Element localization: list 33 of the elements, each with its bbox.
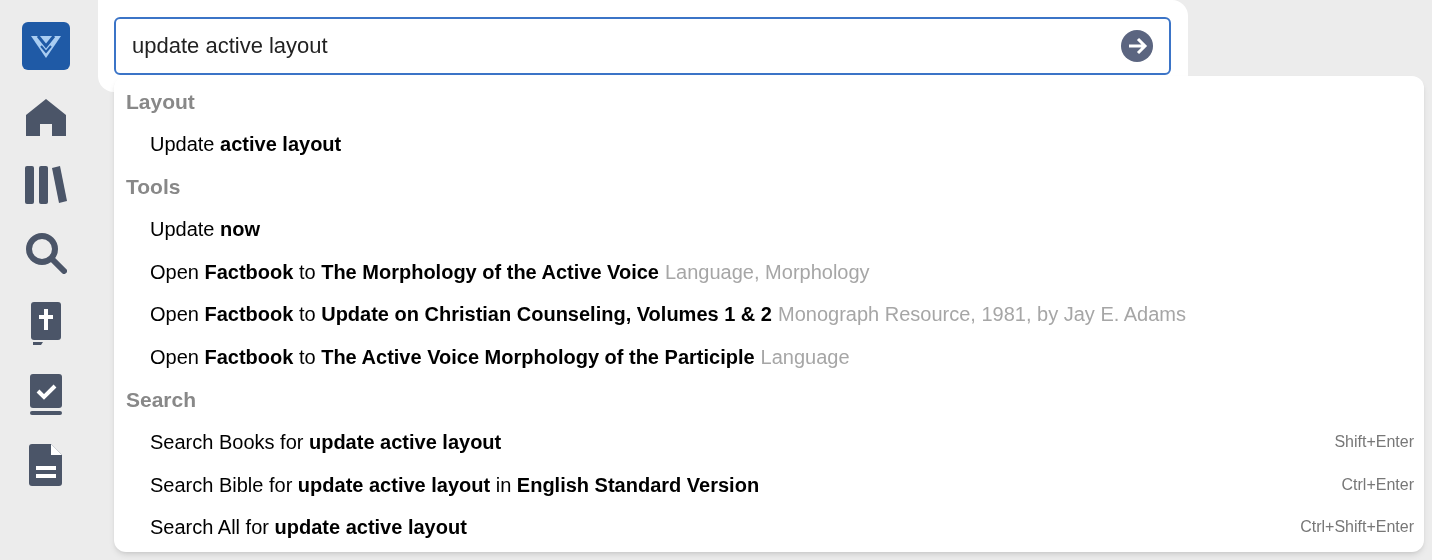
- suggestion-item[interactable]: Update active layout: [114, 122, 1414, 166]
- section-heading: Layout: [126, 88, 195, 115]
- search-icon[interactable]: [25, 232, 67, 274]
- shortcut-hint: Ctrl+Shift+Enter: [1300, 517, 1414, 538]
- shortcut-hint: Ctrl+Enter: [1341, 474, 1414, 495]
- suggestion-text: Search All for update active layout: [150, 516, 467, 539]
- shortcut-hint: Shift+Enter: [1334, 432, 1414, 453]
- suggestion-item[interactable]: Search Bible for update active layout in English Standard Version Ctrl+Enter: [114, 463, 1414, 506]
- home-icon[interactable]: [25, 98, 67, 138]
- suggestion-item[interactable]: Search All for update active layout Ctrl+Shift+Enter: [114, 505, 1414, 549]
- book-check-icon[interactable]: [29, 374, 63, 416]
- suggestion-text: Update now: [150, 218, 261, 241]
- suggestion-text: Open Factbook to The Active Voice Morphology of the Participle: [150, 345, 755, 368]
- suggestion-item[interactable]: Open Factbook to Update on Christian Counseling, Volumes 1 & 2 Monograph Resource, 1981, by Jay E. Adams: [114, 292, 1414, 336]
- suggestion-text: Open Factbook to Update on Christian Counseling, Volumes 1 & 2: [150, 303, 772, 326]
- bible-icon[interactable]: [30, 302, 62, 346]
- books-icon[interactable]: [25, 166, 67, 204]
- suggestion-text: Update active layout: [150, 132, 342, 155]
- section-heading: Search: [126, 386, 197, 413]
- suggestion-item[interactable]: Open Factbook to The Morphology of the Active Voice Language, Morphology: [114, 250, 1414, 293]
- search-field[interactable]: update active layout: [114, 17, 1171, 75]
- suggestion-detail: Monograph Resource, 1981, by Jay E. Adams: [778, 303, 1186, 326]
- suggestion-text: Open Factbook to The Morphology of the Active Voice: [150, 260, 659, 283]
- suggestion-text: Search Books for update active layout: [150, 431, 502, 454]
- logo-icon[interactable]: [22, 22, 70, 70]
- section-heading: Tools: [126, 173, 181, 200]
- suggestion-text: Search Bible for update active layout in English Standard Version: [150, 473, 760, 496]
- document-icon[interactable]: [29, 444, 63, 486]
- suggestion-detail: Language, Morphology: [665, 260, 870, 283]
- suggestion-item[interactable]: Open Factbook to The Active Voice Morphology of the Participle Language: [114, 335, 1414, 379]
- suggestion-detail: Language: [760, 345, 850, 368]
- suggestion-item[interactable]: Search Books for update active layout Shift+Enter: [114, 420, 1414, 464]
- suggestion-item[interactable]: Update now: [114, 207, 1414, 251]
